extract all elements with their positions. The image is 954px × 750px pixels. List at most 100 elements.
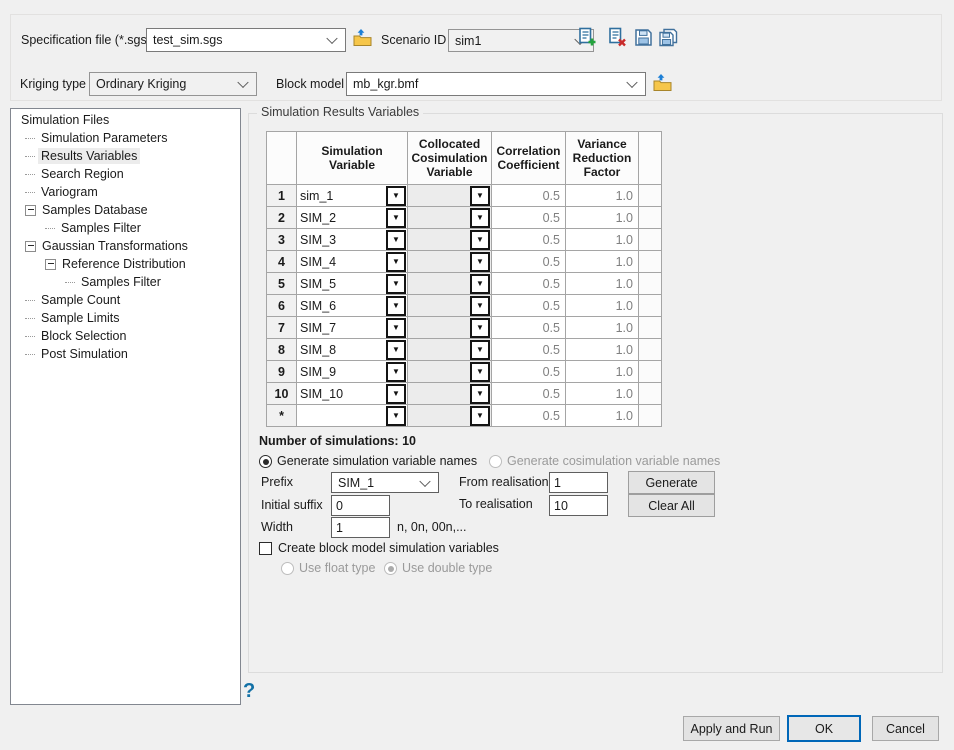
correlation-coefficient-cell[interactable]: 0.5 [492,405,566,427]
dropdown-button[interactable] [470,186,490,206]
simulation-variable-cell[interactable]: sim_1 [297,185,408,207]
tree-item[interactable]: Samples Database [11,201,240,219]
variance-reduction-cell[interactable]: 1.0 [566,383,639,405]
cosim-variable-cell[interactable] [408,405,492,427]
tree-item[interactable]: Reference Distribution [11,255,240,273]
correlation-coefficient-cell[interactable]: 0.5 [492,251,566,273]
save-scenario-button[interactable] [633,27,653,47]
dropdown-button[interactable] [470,296,490,316]
tree-item[interactable]: Gaussian Transformations [11,237,240,255]
correlation-coefficient-cell[interactable]: 0.5 [492,185,566,207]
tree-item[interactable]: Search Region [11,165,240,183]
kriging-type-combobox[interactable]: Ordinary Kriging [89,72,257,96]
variance-reduction-cell[interactable]: 1.0 [566,185,639,207]
to-realisation-input[interactable] [549,495,608,516]
tree-item[interactable]: Simulation Files [11,111,240,129]
use-float-type-radio[interactable] [281,562,294,575]
tree-item[interactable]: Results Variables [11,147,240,165]
variance-reduction-cell[interactable]: 1.0 [566,361,639,383]
spec-file-combobox[interactable]: test_sim.sgs [146,28,346,52]
simulation-variable-cell[interactable]: SIM_6 [297,295,408,317]
tree-item[interactable]: Post Simulation [11,345,240,363]
generate-cosimulation-names-radio[interactable] [489,455,502,468]
clear-all-button[interactable]: Clear All [628,494,715,517]
tree-expander-icon[interactable] [25,192,35,193]
dropdown-button[interactable] [386,274,406,294]
variance-reduction-cell[interactable]: 1.0 [566,317,639,339]
correlation-coefficient-cell[interactable]: 0.5 [492,361,566,383]
correlation-coefficient-cell[interactable]: 0.5 [492,383,566,405]
tree-expander-icon[interactable] [45,228,55,229]
tree-item[interactable]: Sample Limits [11,309,240,327]
new-scenario-button[interactable] [577,27,597,47]
cosim-variable-cell[interactable] [408,317,492,339]
generate-button[interactable]: Generate [628,471,715,494]
variance-reduction-cell[interactable]: 1.0 [566,207,639,229]
dropdown-button[interactable] [470,318,490,338]
tree-expander-icon[interactable] [25,318,35,319]
correlation-coefficient-cell[interactable]: 0.5 [492,207,566,229]
cancel-button[interactable]: Cancel [872,716,939,741]
cosim-variable-cell[interactable] [408,251,492,273]
variance-reduction-cell[interactable]: 1.0 [566,405,639,427]
dropdown-button[interactable] [386,340,406,360]
width-input[interactable] [331,517,390,538]
dropdown-button[interactable] [470,384,490,404]
dropdown-button[interactable] [470,362,490,382]
simulation-variable-cell[interactable]: SIM_9 [297,361,408,383]
create-block-model-checkbox[interactable] [259,542,272,555]
variance-reduction-cell[interactable]: 1.0 [566,229,639,251]
tree-expander-icon[interactable] [25,138,35,139]
tree-expander-icon[interactable] [25,354,35,355]
cosim-variable-cell[interactable] [408,361,492,383]
dropdown-button[interactable] [470,208,490,228]
cosim-variable-cell[interactable] [408,229,492,251]
from-realisation-input[interactable] [549,472,608,493]
dropdown-button[interactable] [386,296,406,316]
correlation-coefficient-cell[interactable]: 0.5 [492,229,566,251]
cosim-variable-cell[interactable] [408,339,492,361]
cosim-variable-cell[interactable] [408,383,492,405]
tree-item[interactable]: Samples Filter [11,273,240,291]
correlation-coefficient-cell[interactable]: 0.5 [492,339,566,361]
dropdown-button[interactable] [386,406,406,426]
simulation-variable-cell[interactable]: SIM_3 [297,229,408,251]
simulation-variable-cell[interactable] [297,405,408,427]
dropdown-button[interactable] [470,406,490,426]
dropdown-button[interactable] [386,362,406,382]
simulation-variable-cell[interactable]: SIM_5 [297,273,408,295]
cosim-variable-cell[interactable] [408,295,492,317]
cosim-variable-cell[interactable] [408,185,492,207]
tree-expander-icon[interactable] [45,259,56,270]
scenario-id-combobox[interactable]: sim1 [448,29,594,52]
simulation-variable-cell[interactable]: SIM_4 [297,251,408,273]
dropdown-button[interactable] [470,230,490,250]
apply-and-run-button[interactable]: Apply and Run [683,716,780,741]
help-button[interactable]: ? [243,680,255,703]
simulation-variable-cell[interactable]: SIM_10 [297,383,408,405]
dropdown-button[interactable] [386,230,406,250]
generate-simulation-names-radio[interactable] [259,455,272,468]
tree-expander-icon[interactable] [25,205,36,216]
cosim-variable-cell[interactable] [408,273,492,295]
tree-item[interactable]: Simulation Parameters [11,129,240,147]
ok-button[interactable]: OK [787,715,861,742]
dropdown-button[interactable] [470,252,490,272]
browse-block-model-button[interactable] [652,73,673,92]
tree-expander-icon[interactable] [25,241,36,252]
simulation-variable-cell[interactable]: SIM_2 [297,207,408,229]
dropdown-button[interactable] [386,252,406,272]
tree-expander-icon[interactable] [25,300,35,301]
use-double-type-radio[interactable] [384,562,397,575]
dropdown-button[interactable] [386,384,406,404]
dropdown-button[interactable] [386,186,406,206]
prefix-combobox[interactable]: SIM_1 [331,472,439,493]
simulation-variable-cell[interactable]: SIM_8 [297,339,408,361]
tree-expander-icon[interactable] [25,156,35,157]
tree-item[interactable]: Sample Count [11,291,240,309]
variance-reduction-cell[interactable]: 1.0 [566,273,639,295]
variance-reduction-cell[interactable]: 1.0 [566,295,639,317]
dropdown-button[interactable] [386,318,406,338]
save-scenario-as-button[interactable] [658,27,678,47]
correlation-coefficient-cell[interactable]: 0.5 [492,317,566,339]
